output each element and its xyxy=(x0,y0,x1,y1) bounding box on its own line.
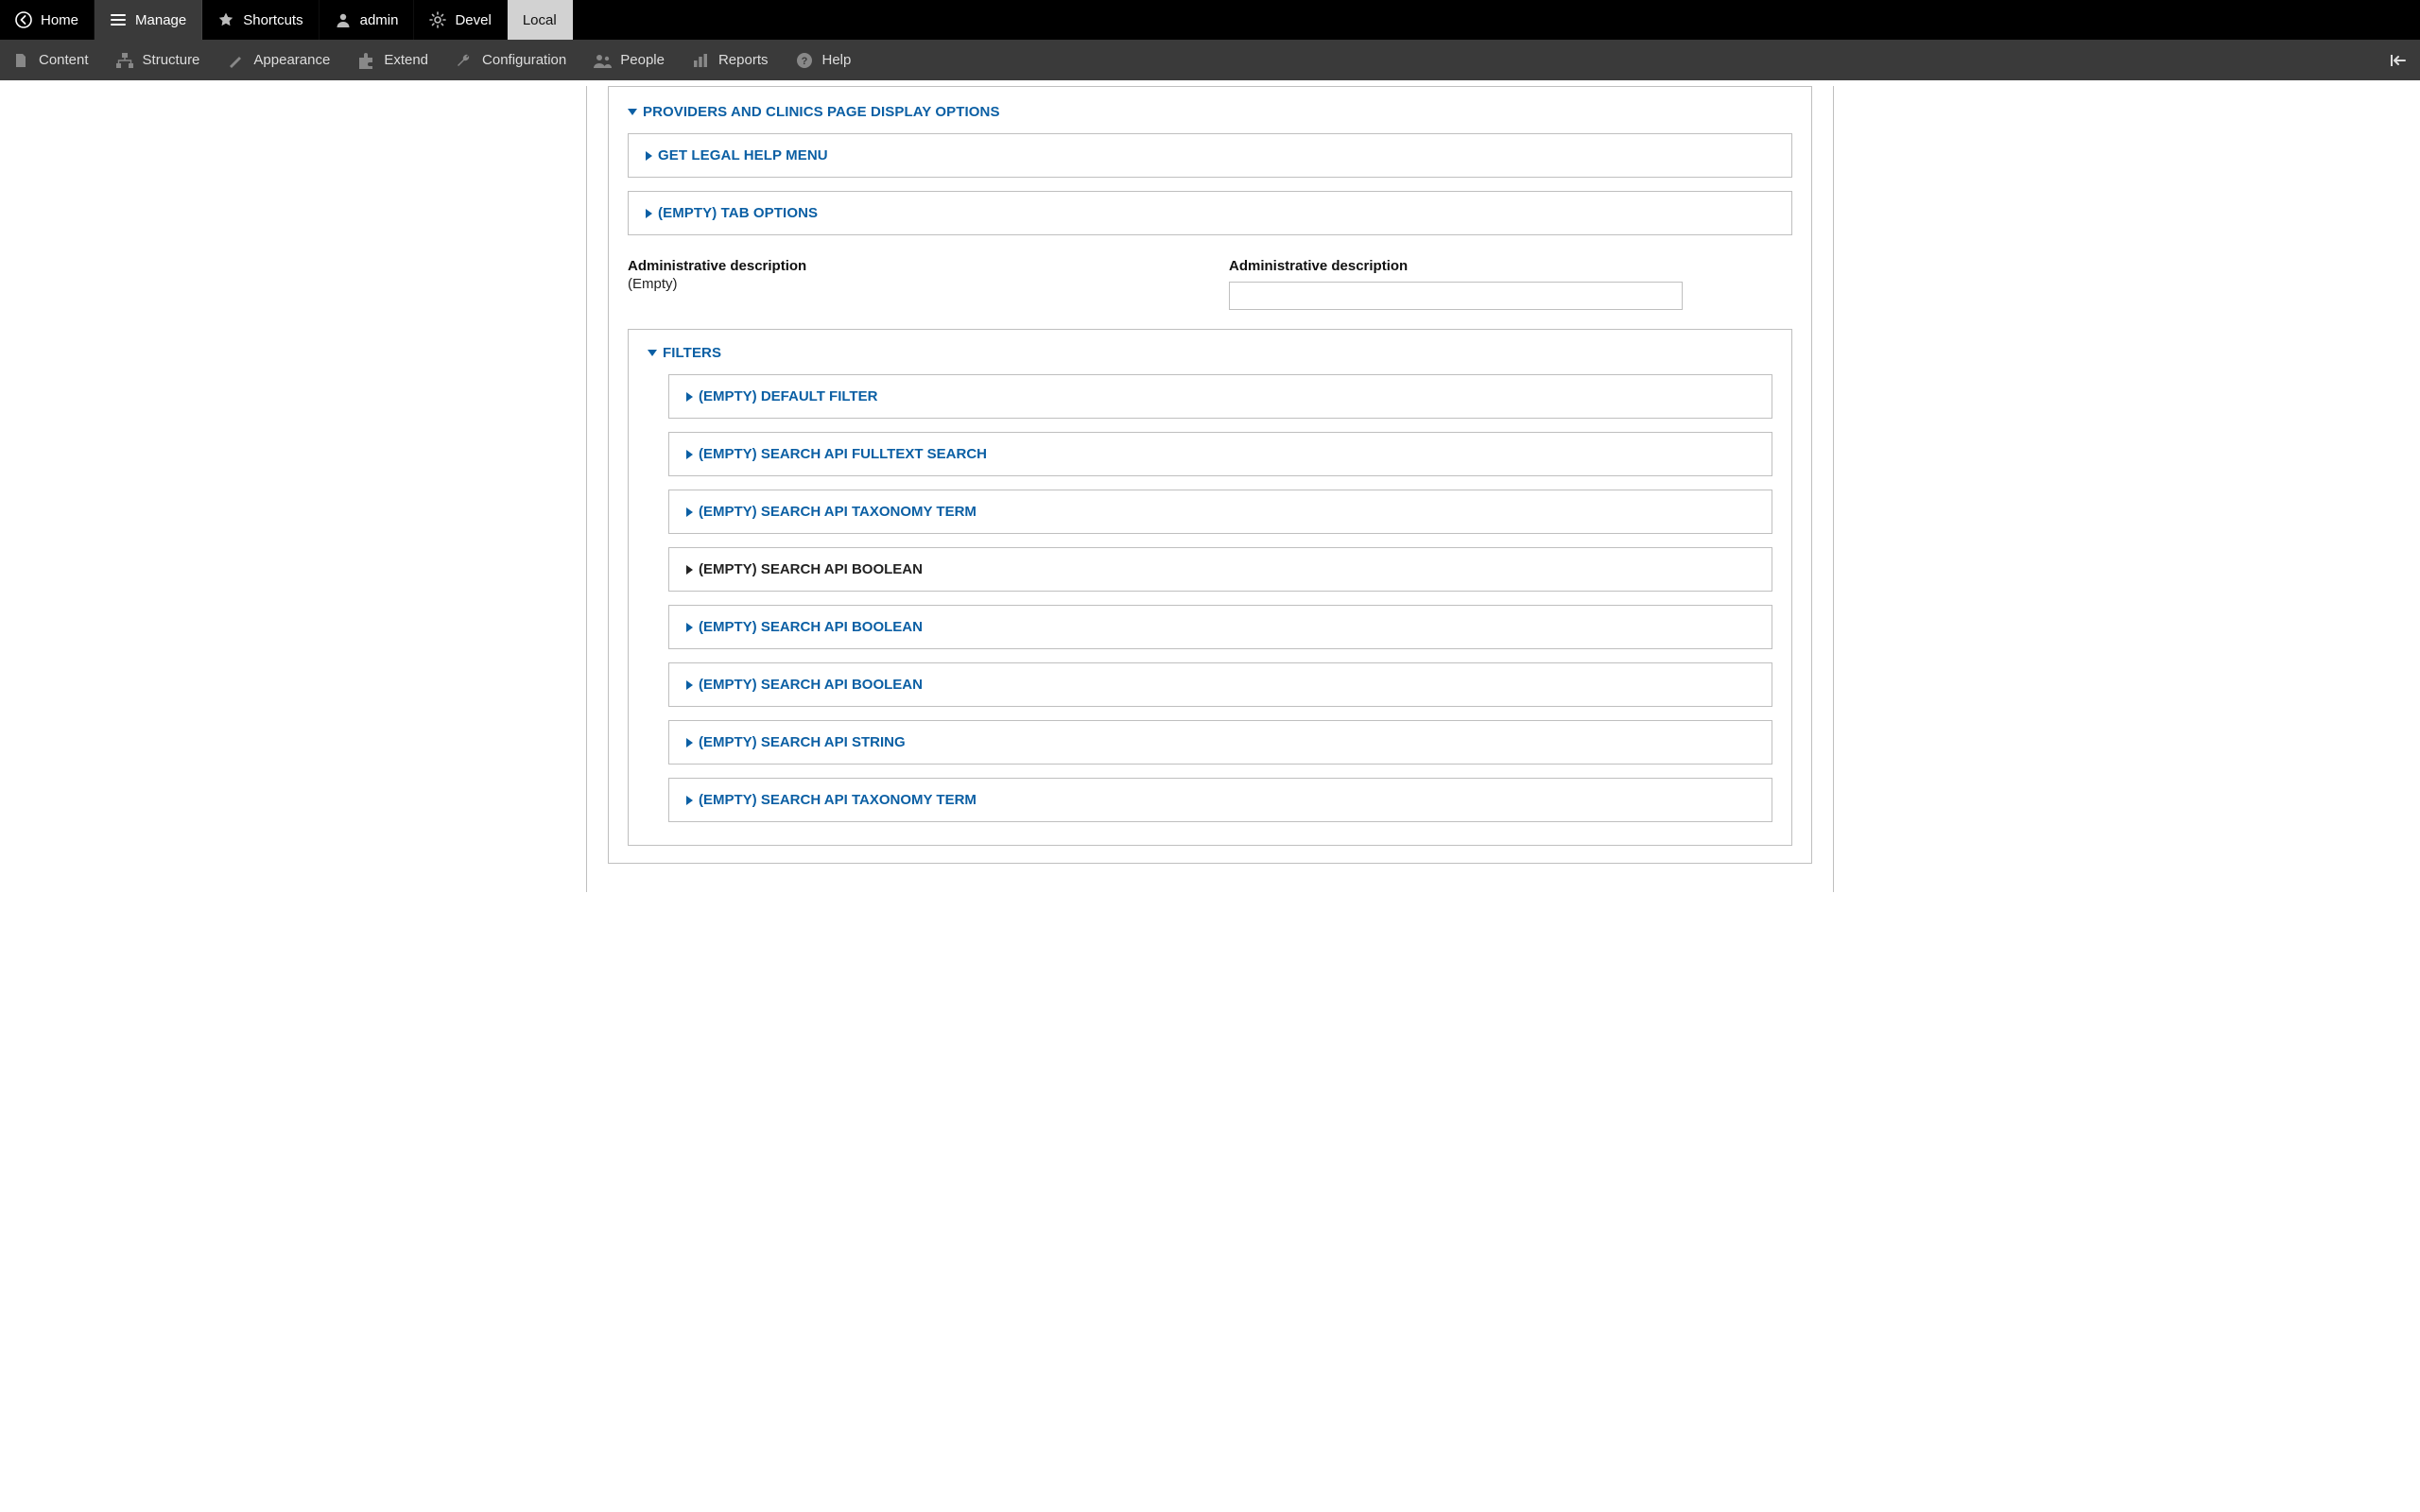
filters-panel: FILTERS (EMPTY) DEFAULT FILTER (EMPTY) SE… xyxy=(628,329,1792,846)
filters-title: FILTERS xyxy=(663,345,721,361)
hamburger-icon xyxy=(110,11,127,28)
content-icon xyxy=(11,51,30,70)
filter-item-label: (EMPTY) SEARCH API BOOLEAN xyxy=(699,619,923,635)
collapse-triangle-icon xyxy=(648,350,657,356)
toolbar-collapse-icon[interactable] xyxy=(2388,53,2407,68)
toolbar-home-label: Home xyxy=(41,12,78,28)
admin-configuration[interactable]: Configuration xyxy=(441,40,579,80)
toolbar-local-label: Local xyxy=(523,12,557,28)
star-icon xyxy=(217,11,234,28)
filter-item[interactable]: (EMPTY) SEARCH API STRING xyxy=(668,720,1772,765)
toolbar-devel-label: Devel xyxy=(455,12,491,28)
help-icon: ? xyxy=(795,51,814,70)
appearance-icon xyxy=(226,51,245,70)
user-icon xyxy=(335,11,352,28)
admin-description-right-label: Administrative description xyxy=(1229,258,1792,274)
toolbar-admin: Content Structure Appearance Extend Conf… xyxy=(0,40,2420,80)
toolbar-admin-user-label: admin xyxy=(360,12,399,28)
toolbar-devel[interactable]: Devel xyxy=(414,0,507,40)
structure-icon xyxy=(115,51,134,70)
toolbar-shortcuts[interactable]: Shortcuts xyxy=(202,0,319,40)
admin-reports-label: Reports xyxy=(718,52,769,68)
svg-text:?: ? xyxy=(801,56,807,67)
filter-item-label: (EMPTY) SEARCH API STRING xyxy=(699,734,906,750)
admin-appearance[interactable]: Appearance xyxy=(213,40,343,80)
toolbar-home[interactable]: Home xyxy=(0,0,95,40)
admin-description-left-value: (Empty) xyxy=(628,276,1191,292)
admin-content-label: Content xyxy=(39,52,89,68)
get-legal-help-menu-panel[interactable]: GET LEGAL HELP MENU xyxy=(628,133,1792,178)
filter-item-label: (EMPTY) SEARCH API BOOLEAN xyxy=(699,677,923,693)
expand-triangle-icon xyxy=(686,738,693,747)
wrench-icon xyxy=(455,51,474,70)
toolbar-manage-label: Manage xyxy=(135,12,186,28)
expand-triangle-icon xyxy=(686,796,693,805)
filter-item-label: (EMPTY) SEARCH API FULLTEXT SEARCH xyxy=(699,446,987,462)
filter-item[interactable]: (EMPTY) SEARCH API TAXONOMY TERM xyxy=(668,490,1772,534)
filter-item-label: (EMPTY) SEARCH API TAXONOMY TERM xyxy=(699,792,977,808)
back-icon xyxy=(15,11,32,28)
get-legal-help-menu-label: GET LEGAL HELP MENU xyxy=(658,147,828,163)
filter-item[interactable]: (EMPTY) DEFAULT FILTER xyxy=(668,374,1772,419)
toolbar-local[interactable]: Local xyxy=(508,0,573,40)
admin-configuration-label: Configuration xyxy=(482,52,566,68)
filter-item-label: (EMPTY) SEARCH API TAXONOMY TERM xyxy=(699,504,977,520)
admin-description-right: Administrative description xyxy=(1229,258,1792,310)
filters-header[interactable]: FILTERS xyxy=(648,345,1772,361)
expand-triangle-icon xyxy=(646,151,652,161)
admin-description-input[interactable] xyxy=(1229,282,1683,310)
reports-icon xyxy=(691,51,710,70)
filter-item[interactable]: (EMPTY) SEARCH API FULLTEXT SEARCH xyxy=(668,432,1772,476)
admin-content[interactable]: Content xyxy=(0,40,102,80)
admin-help-label: Help xyxy=(822,52,852,68)
outer-panel: PROVIDERS AND CLINICS PAGE DISPLAY OPTIO… xyxy=(586,86,1834,892)
admin-structure[interactable]: Structure xyxy=(102,40,214,80)
filter-item[interactable]: (EMPTY) SEARCH API BOOLEAN xyxy=(668,547,1772,592)
admin-people[interactable]: People xyxy=(579,40,678,80)
page-wrap: PROVIDERS AND CLINICS PAGE DISPLAY OPTIO… xyxy=(0,86,2420,892)
toolbar-admin-user[interactable]: admin xyxy=(320,0,415,40)
admin-description-left: Administrative description (Empty) xyxy=(628,258,1191,292)
gear-icon xyxy=(429,11,446,28)
extend-icon xyxy=(356,51,375,70)
expand-triangle-icon xyxy=(686,450,693,459)
expand-triangle-icon xyxy=(686,565,693,575)
collapse-triangle-icon xyxy=(628,109,637,115)
expand-triangle-icon xyxy=(646,209,652,218)
admin-description-left-label: Administrative description xyxy=(628,258,1191,274)
admin-description-row: Administrative description (Empty) Admin… xyxy=(628,258,1792,310)
display-options-panel: PROVIDERS AND CLINICS PAGE DISPLAY OPTIO… xyxy=(608,86,1812,864)
filter-item-label: (EMPTY) SEARCH API BOOLEAN xyxy=(699,561,923,577)
empty-tab-options-panel[interactable]: (EMPTY) TAB OPTIONS xyxy=(628,191,1792,235)
empty-tab-options-label: (EMPTY) TAB OPTIONS xyxy=(658,205,818,221)
expand-triangle-icon xyxy=(686,623,693,632)
admin-extend[interactable]: Extend xyxy=(343,40,441,80)
admin-appearance-label: Appearance xyxy=(253,52,330,68)
filter-item[interactable]: (EMPTY) SEARCH API TAXONOMY TERM xyxy=(668,778,1772,822)
display-options-title: PROVIDERS AND CLINICS PAGE DISPLAY OPTIO… xyxy=(643,104,1000,120)
admin-reports[interactable]: Reports xyxy=(678,40,782,80)
filter-item[interactable]: (EMPTY) SEARCH API BOOLEAN xyxy=(668,605,1772,649)
expand-triangle-icon xyxy=(686,392,693,402)
filter-item-label: (EMPTY) DEFAULT FILTER xyxy=(699,388,877,404)
toolbar-shortcuts-label: Shortcuts xyxy=(243,12,302,28)
toolbar-manage[interactable]: Manage xyxy=(95,0,202,40)
admin-help[interactable]: ? Help xyxy=(782,40,865,80)
filter-item[interactable]: (EMPTY) SEARCH API BOOLEAN xyxy=(668,662,1772,707)
admin-structure-label: Structure xyxy=(143,52,200,68)
toolbar-top: Home Manage Shortcuts admin Devel Local xyxy=(0,0,2420,40)
admin-people-label: People xyxy=(620,52,665,68)
display-options-header[interactable]: PROVIDERS AND CLINICS PAGE DISPLAY OPTIO… xyxy=(628,104,1792,120)
filters-list: (EMPTY) DEFAULT FILTER (EMPTY) SEARCH API… xyxy=(648,374,1772,822)
people-icon xyxy=(593,51,612,70)
admin-extend-label: Extend xyxy=(384,52,428,68)
expand-triangle-icon xyxy=(686,507,693,517)
expand-triangle-icon xyxy=(686,680,693,690)
